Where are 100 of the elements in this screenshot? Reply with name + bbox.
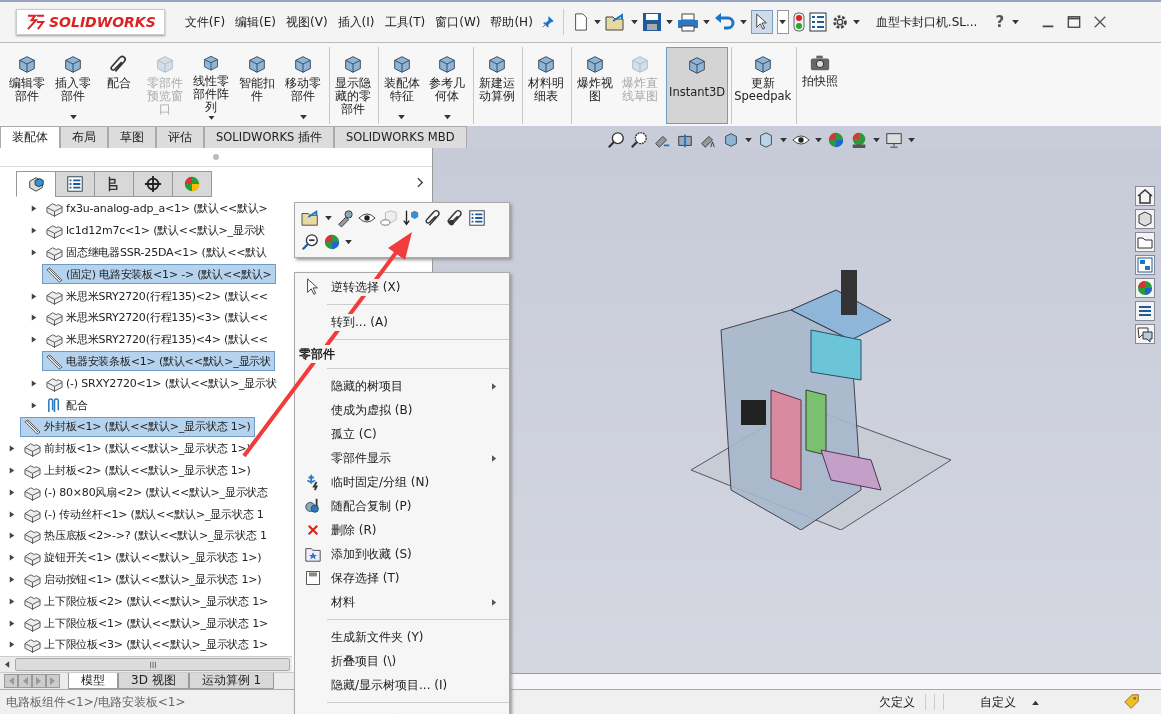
ribbon-command[interactable]: 编辑零部件 [4,47,50,124]
ribbon-command[interactable]: 更新 Speedpak [731,47,794,124]
expand-arrow-icon[interactable] [31,400,37,410]
menu-item[interactable]: 随配合复制 (P) [295,494,509,518]
expand-arrow-icon[interactable] [31,204,37,214]
ribbon-command[interactable]: Instant3D [666,47,729,124]
expand-arrow-icon[interactable] [31,248,37,257]
expand-arrow-icon[interactable] [31,335,37,345]
view-tab[interactable]: 运动算例 1 [188,673,275,689]
caret-icon[interactable] [814,137,822,143]
appearance-sphere-icon[interactable] [1135,278,1155,298]
caret-icon[interactable] [207,115,215,120]
home-icon[interactable] [1135,186,1155,206]
horizontal-scrollbar[interactable] [0,656,292,672]
folder-icon[interactable] [1135,232,1155,252]
expand-arrow-icon[interactable] [9,444,15,454]
ribbon-tab[interactable]: SOLIDWORKS 插件 [204,126,334,148]
menu-item[interactable]: 零部件显示 [295,446,509,470]
menu-item[interactable]: 生成新文件夹 (Y) [295,625,509,649]
caret-icon[interactable] [443,115,451,120]
expand-arrow-icon[interactable] [9,465,15,475]
pin-icon[interactable] [540,15,555,29]
caret-icon[interactable] [69,115,77,120]
menu-item[interactable]: 转到... (A) [295,310,509,334]
expand-arrow-icon[interactable] [9,618,15,628]
ribbon-tab[interactable]: SOLIDWORKS MBD [333,126,467,148]
help-button[interactable]: ? [995,13,1005,31]
ribbon-command[interactable]: 拍快照 [796,47,843,124]
menu-item[interactable]: 孤立 (C) [295,422,509,446]
chevron-right-icon[interactable] [417,176,424,188]
menu-item[interactable]: 材料 [295,590,509,614]
tree-item[interactable]: 旋钮开关<1> (默认<<默认>_显示状态 1>) [20,547,266,568]
menu-item[interactable]: 窗口(W) [435,13,481,31]
expand-arrow-icon[interactable] [9,574,15,584]
tree-item[interactable]: 配合 [42,395,92,416]
list-icon[interactable] [1135,301,1155,321]
maximize-icon[interactable] [1067,15,1082,29]
scroll-left-icon[interactable] [5,661,10,668]
units-status[interactable]: 自定义 [980,693,1016,711]
menu-item[interactable]: 视图(V) [286,13,328,31]
caret-icon[interactable] [1012,19,1020,25]
ribbon-command[interactable]: 插入零部件 [50,47,96,124]
caret-icon[interactable] [398,115,405,120]
ribbon-tab[interactable]: 评估 [156,126,204,148]
zoom-area-icon[interactable] [629,131,648,149]
cube-icon[interactable] [1135,209,1155,229]
panel-tab[interactable] [55,171,95,197]
expand-arrow-icon[interactable] [9,487,15,497]
paperclip-icon[interactable] [424,209,442,227]
caret-icon[interactable] [299,115,307,120]
tree-item[interactable]: 外封板<1> (默认<<默认>_显示状态 1>) [20,416,255,437]
tree-item[interactable]: 上封板<2> (默认<<默认>_显示状态 1>) [20,460,255,481]
caret-icon[interactable] [739,19,747,25]
save-icon[interactable] [641,12,662,32]
caret-icon[interactable] [665,19,673,25]
caret-icon[interactable] [744,137,752,143]
expand-arrow-icon[interactable] [9,553,15,563]
expand-arrow-icon[interactable] [31,313,37,323]
menu-item[interactable]: 编辑(E) [235,13,276,31]
tree-item[interactable]: fx3u-analog-adp_a<1> (默认<<默认> [42,198,272,219]
caret-icon[interactable] [872,137,880,143]
splitter-handle[interactable] [213,154,219,160]
select-button[interactable] [750,10,773,34]
appearance-sphere-icon[interactable] [323,233,341,251]
menu-item[interactable]: 临时固定/分组 (N) [295,470,509,494]
tree-item[interactable]: lc1d12m7c<1> (默认<<默认>_显示状 [42,220,270,241]
expand-arrow-icon[interactable] [9,596,15,606]
caret-icon[interactable] [702,19,710,25]
expand-arrow-icon[interactable] [9,509,15,519]
caret-icon[interactable] [593,19,601,25]
image-icon[interactable] [1135,255,1155,275]
zoom-to-fit-icon[interactable] [606,131,625,149]
list-icon[interactable] [808,12,827,32]
ribbon-command[interactable]: 新建运动算例 [473,47,519,124]
expand-arrow-icon[interactable] [31,378,37,388]
close-icon[interactable] [1093,15,1108,29]
caret-icon[interactable] [907,137,915,143]
menu-item[interactable]: 插入(I) [337,13,375,31]
ribbon-command[interactable]: 参考几何体 [424,47,470,124]
tree-item[interactable]: (固定) 电路安装板<1> -> (默认<<默认> [42,264,276,285]
expand-arrow-icon[interactable] [9,640,15,650]
ribbon-command[interactable]: 移动零部件 [280,47,326,124]
panel-tab[interactable] [133,171,173,197]
tree-item[interactable]: 上下限位板<2> (默认<<默认>_显示状态 1> [20,591,273,612]
menu-item[interactable]: 使成为虚拟 (B) [295,398,509,422]
appearance-sphere-icon[interactable] [826,131,845,149]
ribbon-command[interactable]: 装配体特征 [378,47,424,124]
ribbon-tab[interactable]: 装配体 [0,126,60,148]
open-folder-icon[interactable] [301,209,321,227]
scrollbar-thumb[interactable] [15,658,290,671]
ribbon-tab[interactable]: 布局 [60,126,108,148]
zoom-to-selection-icon[interactable] [301,233,319,251]
caret-icon[interactable] [345,239,352,245]
monitor-icon[interactable] [884,131,903,149]
menu-item[interactable]: 添加到收藏 (S) [295,542,509,566]
menu-item[interactable]: 折叠项目 (\) [295,649,509,673]
print-icon[interactable] [676,12,699,32]
caret-icon[interactable] [852,19,860,25]
undo-icon[interactable] [713,12,736,32]
tree-item[interactable]: 固态继电器SSR-25DA<1> (默认<<默认 [42,242,271,263]
